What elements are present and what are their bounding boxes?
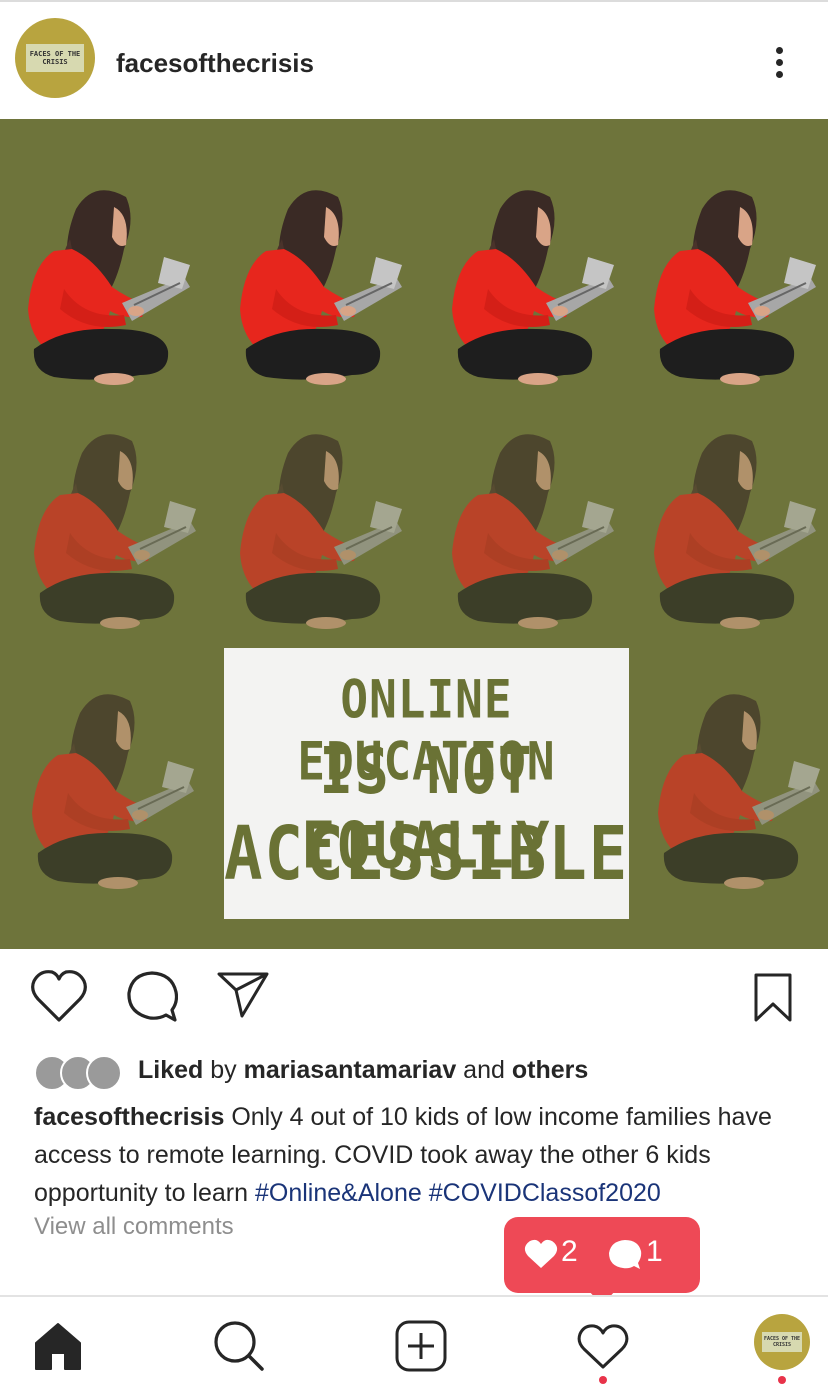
post-action-bar xyxy=(0,960,828,1040)
student-laptop-figure xyxy=(640,179,820,389)
student-laptop-figure xyxy=(644,683,824,893)
student-laptop-figure xyxy=(226,423,406,633)
hashtag-link[interactable]: #COVIDClassof2020 xyxy=(429,1179,661,1207)
search-icon[interactable] xyxy=(212,1319,266,1373)
view-all-comments-link[interactable]: View all comments xyxy=(34,1213,234,1241)
profile-avatar[interactable]: FACES OF THE CRISIS xyxy=(15,18,95,98)
share-paper-plane-icon[interactable] xyxy=(216,968,270,1018)
post-image[interactable]: ONLINE EDUCATION IS NOT EQUALLY ACCESSIB… xyxy=(0,119,828,949)
activity-heart-icon[interactable] xyxy=(576,1323,630,1371)
post-header: FACES OF THE CRISIS facesofthecrisis xyxy=(0,2,828,119)
more-options-icon[interactable] xyxy=(764,42,794,82)
student-laptop-figure xyxy=(640,423,820,633)
bottom-navigation: FACES OF THE CRISIS xyxy=(0,1297,828,1397)
activity-notification-bubble[interactable]: 2 1 xyxy=(504,1217,700,1305)
notif-heart-icon xyxy=(524,1239,558,1268)
others-link[interactable]: others xyxy=(512,1056,588,1084)
hashtag-link[interactable]: #Online&Alone xyxy=(255,1179,422,1207)
liker-avatar xyxy=(86,1055,122,1091)
post-image-message-box: ONLINE EDUCATION IS NOT EQUALLY ACCESSIB… xyxy=(224,648,629,919)
bookmark-icon[interactable] xyxy=(752,972,794,1024)
student-laptop-figure xyxy=(438,179,618,389)
image-text-line-3: ACCESSIBLE xyxy=(224,812,630,898)
liked-label: Liked xyxy=(138,1056,204,1084)
post-username[interactable]: facesofthecrisis xyxy=(116,48,314,79)
home-icon[interactable] xyxy=(32,1321,84,1373)
activity-indicator-dot xyxy=(599,1376,607,1384)
new-post-icon[interactable] xyxy=(394,1319,448,1373)
student-laptop-figure xyxy=(226,179,406,389)
liker-avatars xyxy=(34,1055,124,1091)
notif-comment-icon xyxy=(609,1240,642,1269)
liker-username[interactable]: mariasantamariav xyxy=(244,1056,457,1084)
profile-avatar[interactable]: FACES OF THE CRISIS xyxy=(754,1314,810,1370)
notif-comments-count: 1 xyxy=(646,1235,663,1268)
notif-likes-count: 2 xyxy=(561,1235,578,1268)
nav-avatar-logo-text: FACES OF THE CRISIS xyxy=(762,1332,802,1352)
student-laptop-figure xyxy=(14,179,194,389)
avatar-logo-text: FACES OF THE CRISIS xyxy=(26,44,84,72)
by-label: by xyxy=(203,1056,244,1084)
likes-row[interactable]: Liked by mariasantamariav and others xyxy=(34,1052,814,1091)
student-laptop-figure xyxy=(438,423,618,633)
student-laptop-figure xyxy=(20,423,200,633)
post-caption: facesofthecrisis Only 4 out of 10 kids o… xyxy=(34,1098,814,1212)
like-heart-icon[interactable] xyxy=(30,968,88,1024)
and-label: and xyxy=(456,1056,512,1084)
comment-icon[interactable] xyxy=(126,968,178,1024)
student-laptop-figure xyxy=(18,683,198,893)
caption-username[interactable]: facesofthecrisis xyxy=(34,1103,224,1131)
profile-indicator-dot xyxy=(778,1376,786,1384)
likes-text: Liked by mariasantamariav and others xyxy=(138,1056,588,1085)
